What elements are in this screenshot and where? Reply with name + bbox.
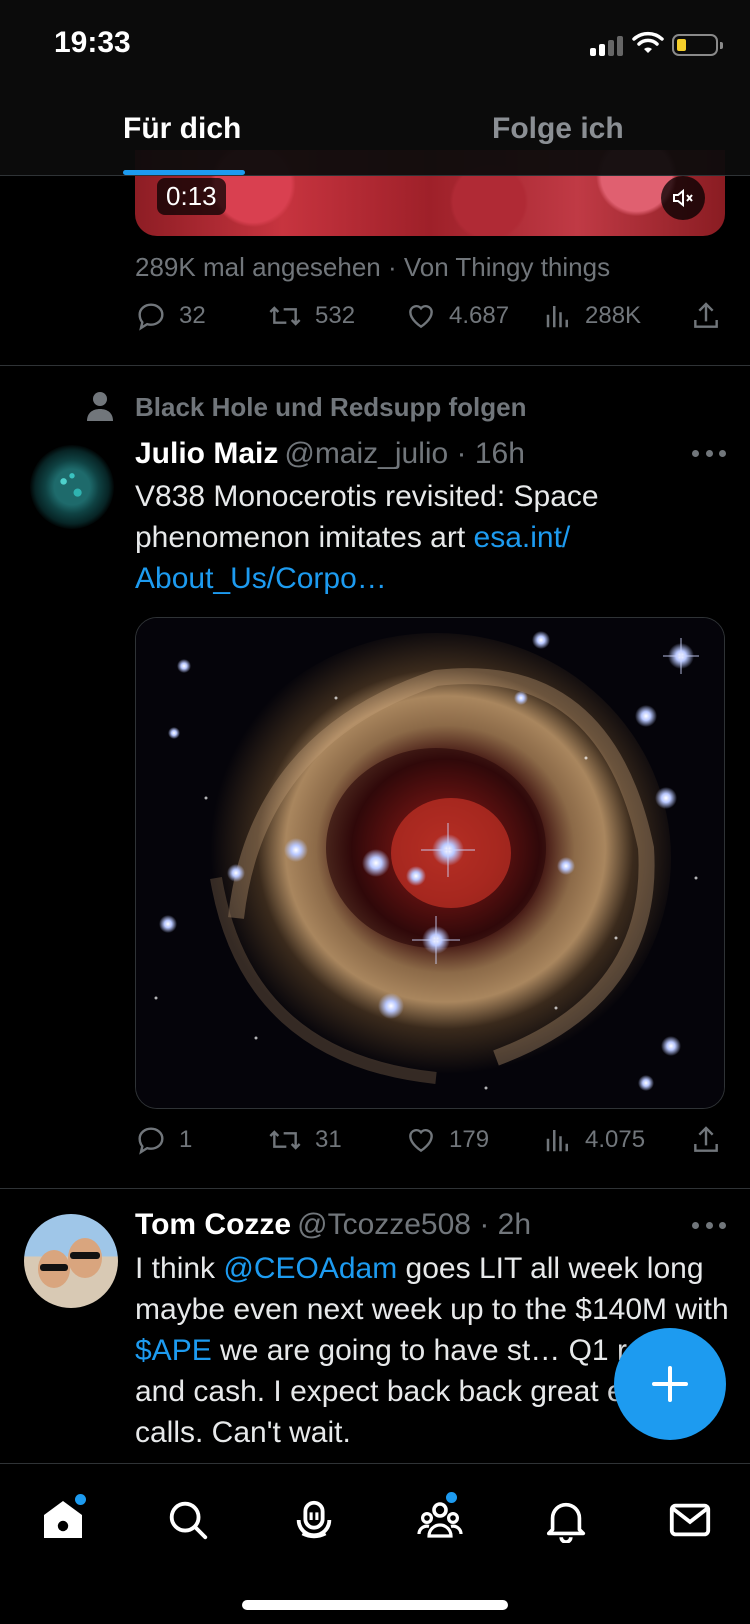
tweet-author[interactable]: Tom Cozze @Tcozze508 · 2h	[135, 1208, 531, 1242]
retweet-button[interactable]: 31	[267, 1124, 342, 1156]
tab-following[interactable]: Folge ich	[492, 112, 624, 146]
mention-link[interactable]: @CEOAdam	[223, 1252, 397, 1285]
nav-messages[interactable]	[662, 1492, 718, 1548]
heart-icon	[409, 1128, 433, 1153]
spaces-icon	[296, 1500, 332, 1539]
reply-button[interactable]: 1	[135, 1124, 192, 1156]
tweet-divider	[0, 365, 750, 366]
view-count: 288K	[585, 302, 642, 329]
search-icon	[169, 1501, 208, 1540]
tweet-image[interactable]	[135, 617, 725, 1109]
battery-icon	[672, 34, 723, 56]
video-duration: 0:13	[157, 178, 226, 215]
communities-icon	[417, 1502, 463, 1538]
nav-communities[interactable]	[412, 1492, 468, 1548]
tab-for-you[interactable]: Für dich	[123, 112, 241, 146]
person-icon	[87, 392, 113, 421]
bottom-navigation	[0, 1463, 750, 1624]
retweet-count: 31	[315, 1126, 342, 1153]
nav-notifications[interactable]	[538, 1492, 594, 1548]
retweet-icon	[269, 1130, 301, 1150]
tweet-author[interactable]: Julio Maiz @maiz_julio · 16h	[135, 437, 525, 471]
social-context[interactable]: Black Hole und Redsupp folgen	[135, 392, 526, 423]
retweet-count: 532	[315, 302, 356, 329]
views-button[interactable]: 288K	[543, 300, 641, 332]
author-handle-time[interactable]: @maiz_julio · 16h	[284, 437, 525, 470]
video-views-attribution: 289K mal angesehen · Von Thingy things	[135, 252, 611, 282]
share-icon	[694, 302, 718, 328]
mute-icon[interactable]	[661, 176, 705, 220]
views-button[interactable]: 4.075	[543, 1124, 645, 1156]
retweet-icon	[269, 306, 301, 326]
analytics-icon	[546, 306, 568, 328]
timeline-header: Für dich Folge ich	[0, 90, 750, 176]
tweet-divider	[0, 1188, 750, 1189]
analytics-icon	[546, 1130, 568, 1152]
status-bar: 19:33	[0, 0, 750, 90]
timeline-feed: 0:13 289K mal angesehen · Von Thingy thi…	[0, 0, 750, 1624]
like-count: 179	[449, 1126, 490, 1153]
reply-icon	[138, 1127, 164, 1155]
like-count: 4.687	[449, 302, 510, 329]
active-tab-indicator	[123, 170, 245, 175]
compose-tweet-button[interactable]	[614, 1328, 726, 1440]
like-button[interactable]: 4.687	[405, 300, 509, 332]
tweet-body-part1: I think	[135, 1252, 224, 1285]
author-handle-time[interactable]: @Tcozze508 · 2h	[297, 1208, 531, 1241]
wifi-icon	[632, 31, 664, 53]
more-options-icon[interactable]	[692, 450, 726, 460]
nav-search[interactable]	[160, 1492, 216, 1548]
home-indicator	[242, 1600, 508, 1610]
share-icon	[694, 1126, 718, 1152]
plus-icon	[652, 1366, 688, 1402]
retweet-button[interactable]: 532	[267, 300, 355, 332]
tweet1-actions: 1 31 179 4.075	[135, 1124, 725, 1164]
author-name[interactable]: Julio Maiz	[135, 437, 278, 470]
reply-icon	[138, 303, 164, 331]
avatar[interactable]	[24, 1214, 118, 1308]
reply-count: 1	[179, 1126, 193, 1153]
cellular-signal-icon	[590, 34, 624, 56]
like-button[interactable]: 179	[405, 1124, 489, 1156]
mail-icon	[669, 1503, 711, 1537]
author-name[interactable]: Tom Cozze	[135, 1208, 291, 1241]
nav-spaces[interactable]	[286, 1492, 342, 1548]
share-button[interactable]	[690, 1124, 734, 1156]
view-count: 4.075	[585, 1126, 646, 1153]
share-button[interactable]	[690, 300, 734, 332]
more-options-icon[interactable]	[692, 1222, 726, 1232]
reply-button[interactable]: 32	[135, 300, 206, 332]
nav-home[interactable]	[35, 1492, 91, 1548]
avatar[interactable]	[30, 445, 114, 529]
heart-icon	[409, 304, 433, 329]
status-time: 19:33	[54, 26, 131, 59]
home-notification-dot	[75, 1494, 86, 1505]
cashtag-link[interactable]: $APE	[135, 1334, 212, 1367]
bell-icon	[546, 1502, 586, 1543]
communities-notification-dot	[446, 1492, 457, 1503]
video-tweet-actions: 32 532 4.687 288K	[135, 300, 725, 340]
tweet-text: V838 Monocerotis revisited: Space phenom…	[135, 476, 735, 599]
reply-count: 32	[179, 302, 206, 329]
